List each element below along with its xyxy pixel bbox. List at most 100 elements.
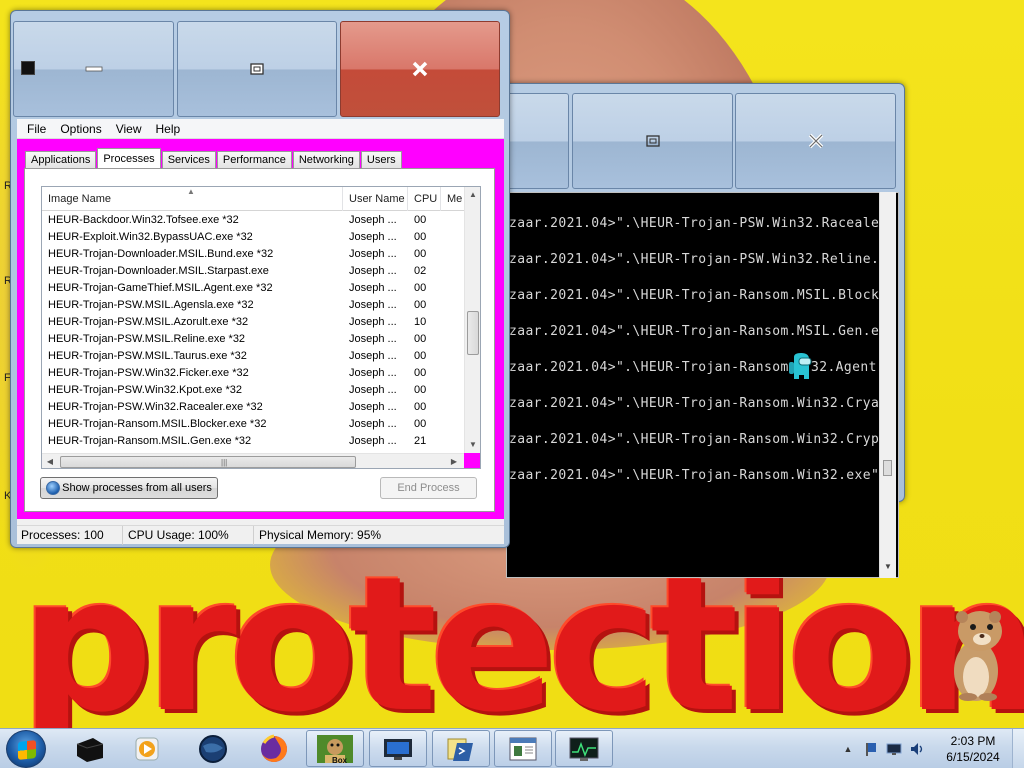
scroll-down-icon[interactable]: ▼ — [465, 437, 480, 453]
process-name-cell: HEUR-Trojan-PSW.MSIL.Agensla.exe *32 — [48, 299, 254, 311]
process-cpu-cell: 00 — [414, 350, 427, 362]
taskbar-box-app[interactable]: Box — [306, 730, 364, 767]
hamster-image — [954, 611, 1002, 701]
taskbar-powershell[interactable] — [432, 730, 490, 767]
start-button[interactable] — [6, 730, 46, 768]
end-process-button[interactable]: End Process — [380, 477, 477, 499]
process-row[interactable]: HEUR-Trojan-Downloader.MSIL.Bund.exe *32… — [42, 246, 464, 263]
maximize-icon — [250, 63, 264, 75]
process-row[interactable]: HEUR-Trojan-GameThief.MSIL.Agent.exe *32… — [42, 280, 464, 297]
action-center-flag-icon[interactable] — [863, 741, 879, 757]
highlight-frame: Applications Processes Services Performa… — [17, 139, 504, 519]
taskbar: Box ▲ 2:03 PM 6/15/2024 — [0, 728, 1024, 768]
taskbar-cmd-app[interactable] — [60, 730, 118, 767]
notepad-window-icon — [509, 737, 537, 760]
scroll-right-icon[interactable]: ▶ — [446, 454, 462, 468]
tab-performance[interactable]: Performance — [216, 151, 292, 168]
process-user-cell: Joseph ... — [349, 333, 397, 345]
taskbar-globe-app[interactable] — [184, 730, 242, 767]
tab-services[interactable]: Services — [161, 151, 216, 168]
console-scroll-thumb[interactable] — [883, 460, 892, 476]
process-list[interactable]: Image Name ▲ User Name CPU Me HEUR-Backd… — [41, 186, 481, 469]
taskbar-media-player[interactable] — [118, 730, 176, 767]
console-line: zaar.2021.04>".\HEUR-Trojan-Ransom.MSIL.… — [509, 288, 888, 303]
scroll-corner — [464, 453, 480, 468]
console-window[interactable]: zaar.2021.04>".\HEUR-Trojan-PSW.Win32.Ra… — [484, 83, 905, 578]
process-cpu-cell: 00 — [414, 418, 427, 430]
close-icon — [808, 133, 823, 149]
task-manager-monitor-icon — [569, 737, 599, 761]
process-row[interactable]: HEUR-Trojan-Downloader.MSIL.Starpast.exe… — [42, 263, 464, 280]
process-row[interactable]: HEUR-Trojan-PSW.Win32.Kpot.exe *32 Joseph… — [42, 382, 464, 399]
process-name-cell: HEUR-Trojan-GameThief.MSIL.Agent.exe *32 — [48, 282, 273, 294]
process-user-cell: Joseph ... — [349, 418, 397, 430]
taskbar-clock[interactable]: 2:03 PM 6/15/2024 — [940, 733, 1006, 765]
column-user-name[interactable]: User Name — [343, 187, 408, 211]
process-name-cell: HEUR-Trojan-PSW.MSIL.Taurus.exe *32 — [48, 350, 247, 362]
process-row[interactable]: HEUR-Trojan-PSW.Win32.Ficker.exe *32 Jose… — [42, 365, 464, 382]
taskbar-notepad[interactable] — [494, 730, 552, 767]
taskmgr-close-button[interactable] — [340, 21, 500, 117]
shield-icon — [46, 481, 61, 495]
process-cpu-cell: 00 — [414, 384, 427, 396]
process-row[interactable]: HEUR-Trojan-PSW.MSIL.Taurus.exe *32 Josep… — [42, 348, 464, 365]
process-row[interactable]: HEUR-Trojan-Ransom.MSIL.Blocker.exe *32 J… — [42, 416, 464, 433]
taskbar-firefox[interactable] — [245, 730, 303, 767]
network-icon[interactable] — [886, 741, 902, 757]
taskmgr-maximize-button[interactable] — [177, 21, 337, 117]
scroll-up-icon[interactable]: ▲ — [465, 187, 480, 203]
show-desktop-button[interactable] — [1012, 729, 1024, 768]
show-hidden-icons-icon[interactable]: ▲ — [840, 741, 856, 757]
process-row[interactable]: HEUR-Trojan-PSW.MSIL.Azorult.exe *32 Jose… — [42, 314, 464, 331]
show-all-processes-label: Show processes from all users — [62, 482, 212, 494]
console-line: zaar.2021.04>".\HEUR-Trojan-Ransom.MSIL.… — [509, 324, 888, 339]
tab-applications[interactable]: Applications — [25, 151, 97, 168]
process-cpu-cell: 00 — [414, 231, 427, 243]
process-user-cell: Joseph ... — [349, 435, 397, 447]
process-cpu-cell: 00 — [414, 333, 427, 345]
menu-bar: File Options View Help — [17, 119, 504, 139]
script-icon — [447, 738, 473, 761]
process-row[interactable]: HEUR-Trojan-PSW.MSIL.Agensla.exe *32 Jose… — [42, 297, 464, 314]
column-memory[interactable]: Me — [441, 187, 464, 211]
process-row[interactable]: HEUR-Trojan-PSW.MSIL.Reline.exe *32 Josep… — [42, 331, 464, 348]
menu-view[interactable]: View — [109, 122, 149, 136]
console-output[interactable]: zaar.2021.04>".\HEUR-Trojan-PSW.Win32.Ra… — [506, 192, 899, 578]
console-line: zaar.2021.04>".\HEUR-Trojan-Ransom.Win32… — [509, 396, 888, 411]
volume-icon[interactable] — [909, 741, 925, 757]
column-cpu[interactable]: CPU — [408, 187, 441, 211]
scroll-down-icon[interactable]: ▼ — [880, 562, 896, 571]
task-manager-window[interactable]: File Options View Help Applications Proc… — [10, 10, 510, 548]
taskbar-task-manager[interactable] — [555, 730, 613, 767]
close-icon — [412, 61, 428, 77]
sort-ascending-icon: ▲ — [187, 187, 195, 196]
process-user-cell: Joseph ... — [349, 299, 397, 311]
process-name-cell: HEUR-Trojan-PSW.Win32.Ficker.exe *32 — [48, 367, 249, 379]
console-scrollbar[interactable]: ▼ — [879, 192, 896, 578]
tab-processes[interactable]: Processes — [97, 148, 161, 169]
tab-strip: Applications Processes Services Performa… — [25, 148, 403, 169]
taskbar-remote-desktop[interactable] — [369, 730, 427, 767]
process-user-cell: Joseph ... — [349, 265, 397, 277]
console-maximize-button[interactable] — [572, 93, 733, 189]
console-close-button[interactable] — [735, 93, 896, 189]
show-all-processes-button[interactable]: Show processes from all users — [40, 477, 218, 499]
process-list-vscrollbar[interactable]: ▲ ▼ — [464, 187, 480, 453]
menu-help[interactable]: Help — [149, 122, 188, 136]
process-list-hscrollbar[interactable]: ◀ ||| ▶ — [42, 453, 464, 468]
globe-icon — [199, 734, 227, 763]
process-row[interactable]: HEUR-Trojan-Ransom.MSIL.Gen.exe *32 Josep… — [42, 433, 464, 450]
hscroll-thumb[interactable]: ||| — [60, 456, 356, 468]
vscroll-thumb[interactable] — [467, 311, 479, 355]
process-row[interactable]: HEUR-Backdoor.Win32.Tofsee.exe *32 Joseph… — [42, 212, 464, 229]
process-user-cell: Joseph ... — [349, 248, 397, 260]
process-user-cell: Joseph ... — [349, 367, 397, 379]
menu-options[interactable]: Options — [53, 122, 108, 136]
process-row[interactable]: HEUR-Trojan-PSW.Win32.Racealer.exe *32 Jo… — [42, 399, 464, 416]
tab-networking[interactable]: Networking — [292, 151, 360, 168]
menu-file[interactable]: File — [20, 122, 53, 136]
taskmgr-minimize-button[interactable] — [13, 21, 174, 117]
process-row[interactable]: HEUR-Exploit.Win32.BypassUAC.exe *32 Jose… — [42, 229, 464, 246]
tab-users[interactable]: Users — [360, 151, 402, 168]
scroll-left-icon[interactable]: ◀ — [42, 454, 58, 468]
